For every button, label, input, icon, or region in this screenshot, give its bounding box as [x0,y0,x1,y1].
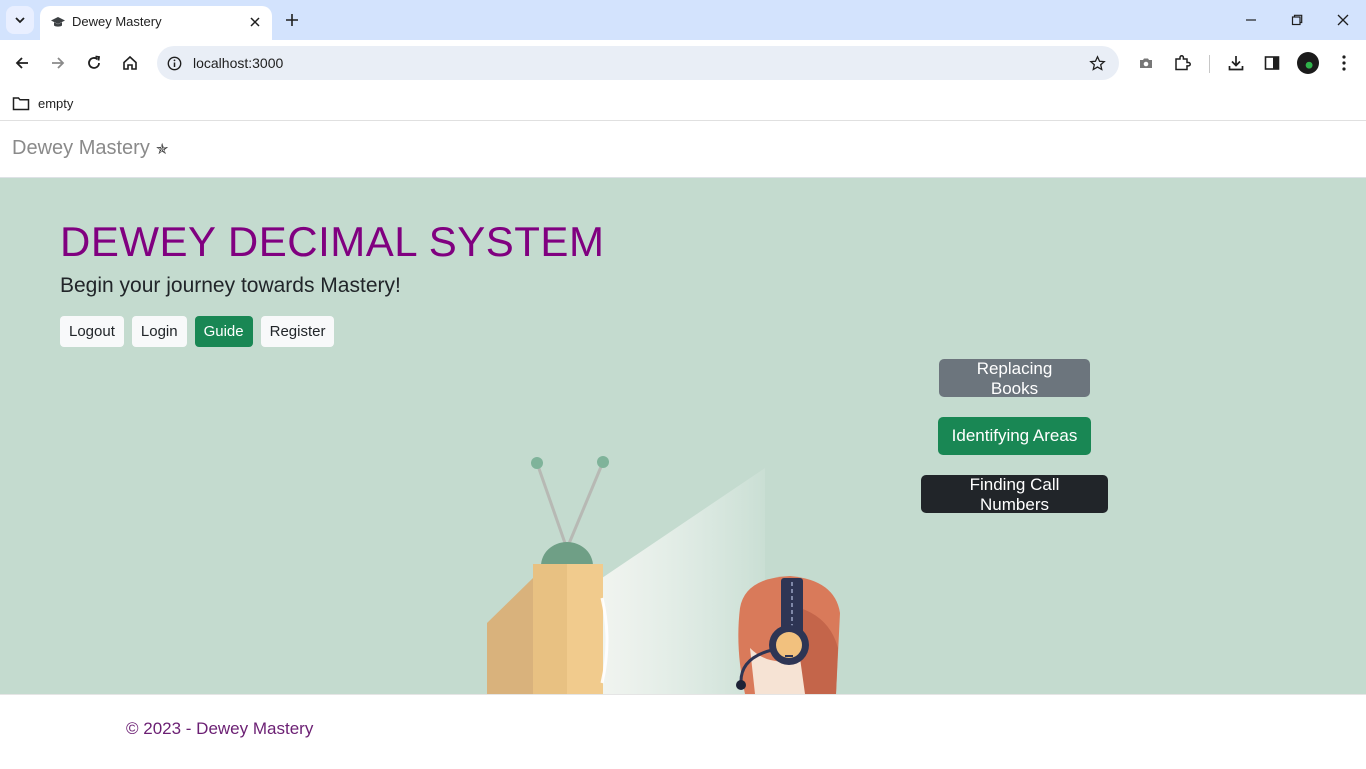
url-text[interactable]: localhost:3000 [193,55,283,71]
bookmark-label: empty [38,95,74,111]
screenshot-button[interactable] [1131,48,1161,78]
browser-menu-button[interactable] [1329,48,1359,78]
reload-icon [88,55,101,69]
site-navbar: Dewey Mastery ✯ [0,121,1366,178]
puzzle-icon [1175,55,1191,71]
bookmark-folder-empty[interactable]: empty [12,92,73,114]
footer-copyright: © 2023 - Dewey Mastery [126,719,314,738]
hero-section: DEWEY DECIMAL SYSTEM Begin your journey … [0,178,1366,694]
camera-icon [1140,58,1152,68]
more-vertical-icon [1342,55,1346,71]
antenna-dome-shape [541,542,593,566]
home-icon [123,55,137,70]
page-subtitle: Begin your journey towards Mastery! [60,274,401,297]
earcup-inner-shape [776,632,802,658]
logout-button[interactable]: Logout [60,316,124,347]
restore-icon [1291,14,1303,26]
new-tab-button[interactable] [278,6,306,34]
download-icon [1228,56,1244,71]
side-panel-button[interactable] [1257,48,1287,78]
forward-button[interactable] [43,48,73,78]
finding-call-numbers-button[interactable]: Finding Call Numbers [921,475,1108,514]
replacing-books-button[interactable]: Replacing Books [939,359,1090,398]
page-title: DEWEY DECIMAL SYSTEM [60,218,605,265]
tab-search-button[interactable] [6,6,34,34]
graduation-cap-icon [51,17,65,27]
restore-button[interactable] [1274,6,1320,34]
site-footer: © 2023 - Dewey Mastery [0,694,1366,769]
arrow-right-icon [52,57,65,69]
login-button[interactable]: Login [131,316,187,347]
tab-title: Dewey Mastery [72,14,162,29]
minimize-icon [1246,19,1256,21]
browser-tab[interactable]: Dewey Mastery [40,6,272,40]
minimize-button[interactable] [1228,6,1274,34]
tv-front-shadow-shape [533,564,567,694]
tab-close-icon[interactable] [246,13,264,31]
address-bar[interactable]: localhost:3000 [157,46,1119,80]
bookmarks-bar: empty [0,86,1366,121]
register-button[interactable]: Register [260,316,335,347]
close-window-button[interactable] [1320,6,1366,34]
browser-toolbar: localhost:3000 [0,40,1366,86]
arrow-left-icon [15,57,28,69]
antenna-left-shape [535,462,568,547]
star-icon: ✯ [155,140,169,158]
plus-icon [286,14,298,26]
antenna-tip-left-shape [531,457,543,469]
guide-button[interactable]: Guide [194,316,253,347]
home-button[interactable] [115,48,145,78]
bookmark-star-icon[interactable] [1087,53,1107,73]
navbar-brand[interactable]: Dewey Mastery ✯ [12,137,168,160]
antenna-right-shape [566,461,605,547]
close-icon [1337,14,1349,26]
profile-avatar[interactable] [1297,52,1319,74]
extensions-button[interactable] [1167,48,1197,78]
tv-side-shape [487,578,533,694]
browser-tab-strip: Dewey Mastery [0,0,1366,40]
toolbar-separator [1209,55,1210,73]
downloads-button[interactable] [1221,48,1251,78]
site-info-icon[interactable] [165,54,183,72]
antenna-tip-right-shape [597,456,609,468]
mic-shape [736,680,746,690]
identifying-areas-button[interactable]: Identifying Areas [938,417,1091,455]
back-button[interactable] [7,48,37,78]
chevron-down-icon [15,17,25,24]
auth-button-group: Logout Login Guide Register [60,316,335,347]
brand-text: Dewey Mastery [12,137,150,159]
folder-icon [12,96,30,110]
reload-button[interactable] [79,48,109,78]
side-panel-icon [1264,56,1280,70]
